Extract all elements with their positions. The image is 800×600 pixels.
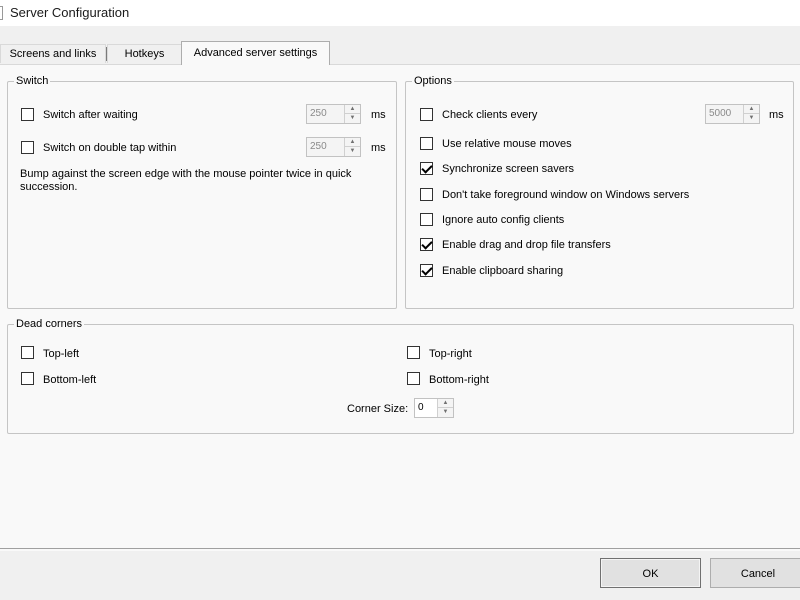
switch-double-tap-label: Switch on double tap within — [43, 142, 177, 154]
tab-hotkeys[interactable]: Hotkeys — [107, 44, 182, 63]
check-clients-label: Check clients every — [442, 109, 538, 121]
tab-screens-and-links[interactable]: Screens and links — [0, 44, 106, 63]
sync-screen-savers-label: Synchronize screen savers — [442, 163, 575, 175]
tab-label: Screens and links — [9, 48, 97, 60]
drag-drop-checkbox[interactable] — [420, 238, 433, 251]
ok-button[interactable]: OK — [600, 558, 701, 588]
double-tap-spinbox[interactable]: 250 ▲ ▼ — [306, 137, 361, 157]
dead-corners-group: Dead corners — [7, 318, 794, 434]
switch-wait-spinbox[interactable]: 250 ▲ ▼ — [306, 104, 361, 124]
spin-up-arrow-icon[interactable]: ▲ — [744, 105, 759, 114]
no-foreground-window-label: Don't take foreground window on Windows … — [442, 189, 690, 201]
spin-value: 250 — [310, 108, 327, 119]
spin-up-arrow-icon[interactable]: ▲ — [438, 399, 453, 408]
bottom-right-checkbox[interactable] — [407, 372, 420, 385]
top-right-checkbox[interactable] — [407, 346, 420, 359]
ignore-auto-config-label: Ignore auto config clients — [442, 214, 565, 226]
relative-mouse-moves-label: Use relative mouse moves — [442, 138, 572, 150]
window-title: Server Configuration — [10, 5, 130, 20]
sync-screen-savers-checkbox[interactable] — [420, 162, 433, 175]
app-icon — [0, 6, 3, 20]
options-group-title: Options — [414, 75, 452, 87]
spin-buttons: ▲ ▼ — [437, 399, 453, 417]
spin-down-arrow-icon[interactable]: ▼ — [438, 408, 453, 417]
double-tap-unit: ms — [371, 142, 386, 154]
spin-value: 0 — [418, 402, 424, 413]
check-clients-checkbox[interactable] — [420, 108, 433, 121]
title-bar: Server Configuration — [0, 0, 800, 26]
tab-advanced-server-settings[interactable]: Advanced server settings — [181, 41, 330, 65]
switch-description: Bump against the screen edge with the mo… — [20, 168, 352, 193]
drag-drop-label: Enable drag and drop file transfers — [442, 239, 611, 251]
switch-after-waiting-label: Switch after waiting — [43, 109, 138, 121]
bottom-left-label: Bottom-left — [43, 374, 97, 386]
no-foreground-window-checkbox[interactable] — [420, 188, 433, 201]
switch-after-waiting-checkbox[interactable] — [21, 108, 34, 121]
clipboard-sharing-checkbox[interactable] — [420, 264, 433, 277]
check-clients-unit: ms — [769, 109, 784, 121]
top-right-label: Top-right — [429, 348, 472, 360]
clipboard-sharing-label: Enable clipboard sharing — [442, 265, 564, 277]
tab-label: Advanced server settings — [193, 47, 318, 59]
footer-divider — [0, 548, 800, 549]
spin-down-arrow-icon[interactable]: ▼ — [345, 114, 360, 123]
ignore-auto-config-checkbox[interactable] — [420, 213, 433, 226]
top-left-label: Top-left — [43, 348, 80, 360]
bottom-right-label: Bottom-right — [429, 374, 489, 386]
spin-up-arrow-icon[interactable]: ▲ — [345, 105, 360, 114]
spin-buttons: ▲ ▼ — [344, 105, 360, 123]
spin-up-arrow-icon[interactable]: ▲ — [345, 138, 360, 147]
spin-buttons: ▲ ▼ — [344, 138, 360, 156]
switch-wait-unit: ms — [371, 109, 386, 121]
switch-double-tap-checkbox[interactable] — [21, 141, 34, 154]
spin-buttons: ▲ ▼ — [743, 105, 759, 123]
relative-mouse-moves-checkbox[interactable] — [420, 137, 433, 150]
bottom-left-checkbox[interactable] — [21, 372, 34, 385]
tab-label: Hotkeys — [124, 48, 165, 60]
dead-corners-title: Dead corners — [16, 318, 83, 330]
spin-down-arrow-icon[interactable]: ▼ — [345, 147, 360, 156]
spin-value: 5000 — [709, 108, 732, 119]
cancel-button[interactable]: Cancel — [710, 558, 800, 588]
check-clients-spinbox[interactable]: 5000 ▲ ▼ — [705, 104, 760, 124]
corner-size-spinbox[interactable]: 0 ▲ ▼ — [414, 398, 454, 418]
spin-value: 250 — [310, 141, 327, 152]
switch-group-title: Switch — [16, 75, 49, 87]
spin-down-arrow-icon[interactable]: ▼ — [744, 114, 759, 123]
corner-size-label: Corner Size: — [347, 403, 409, 415]
top-left-checkbox[interactable] — [21, 346, 34, 359]
